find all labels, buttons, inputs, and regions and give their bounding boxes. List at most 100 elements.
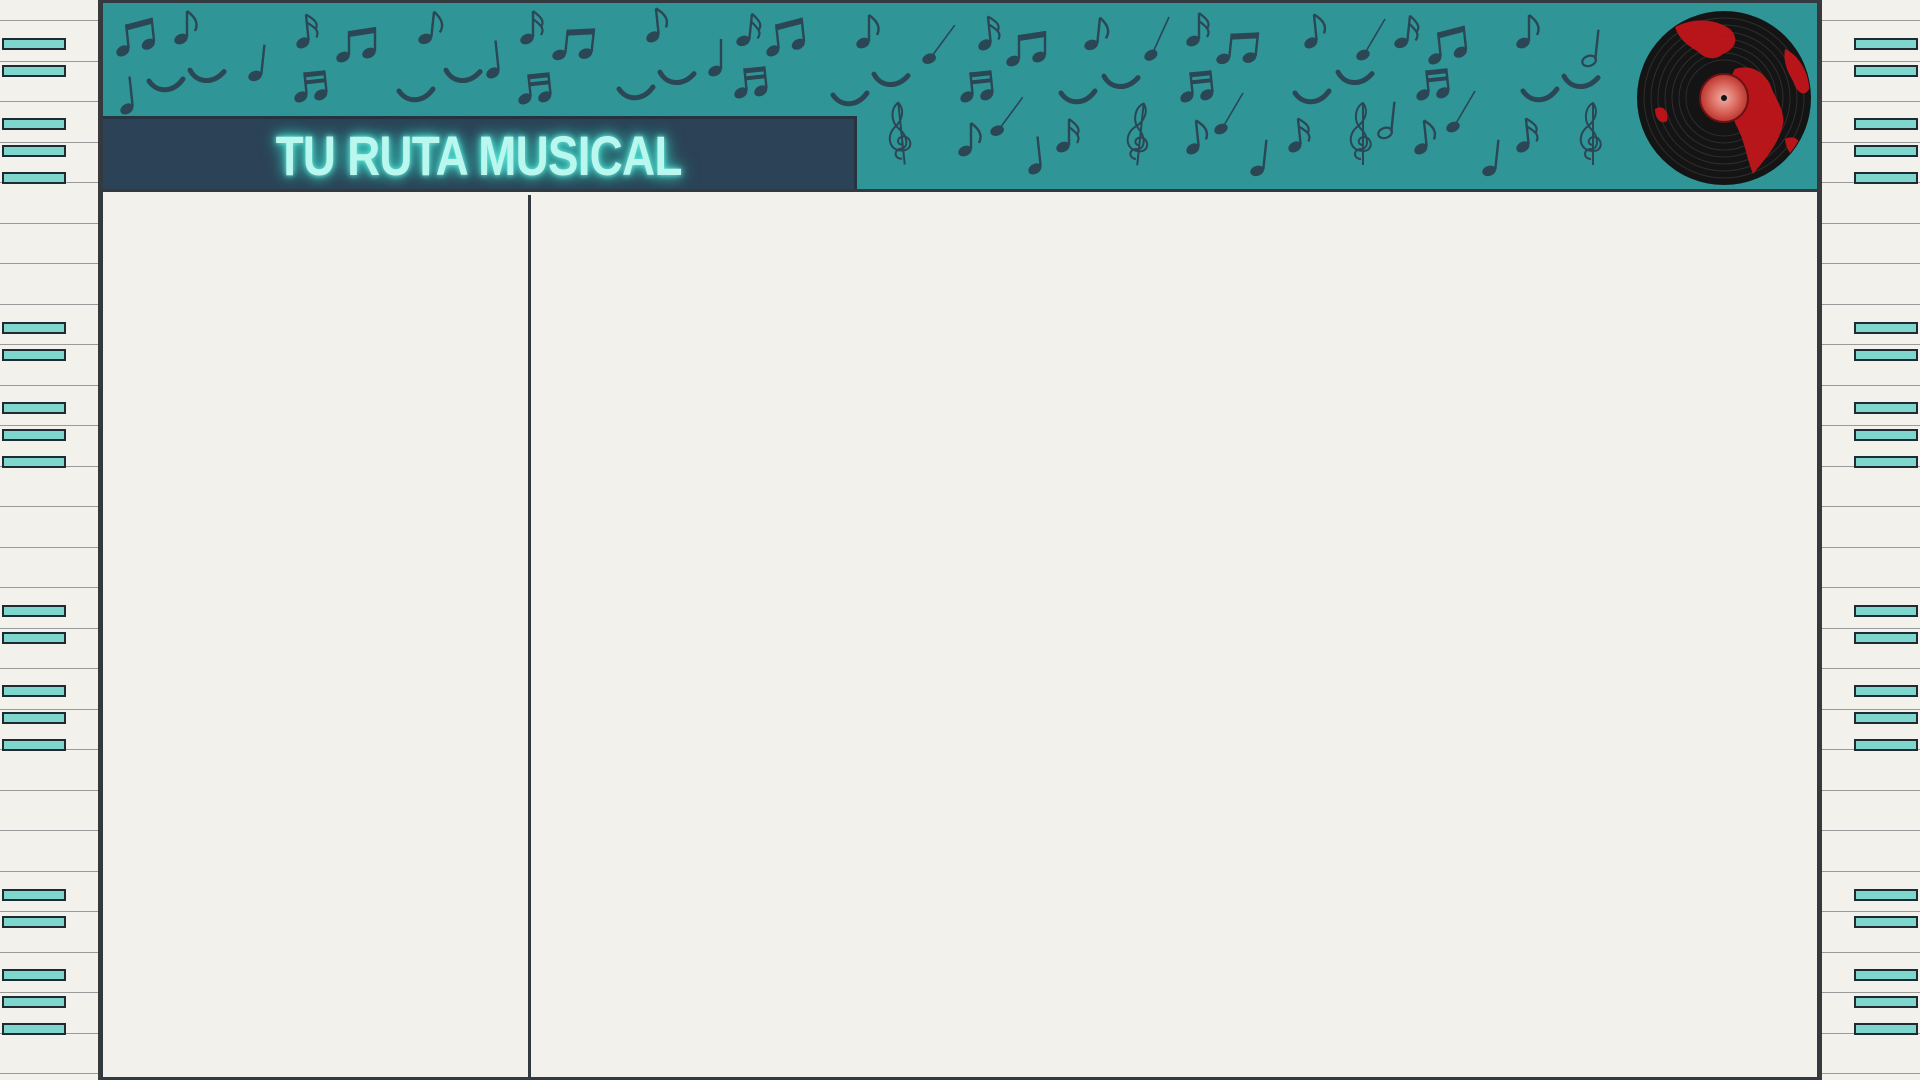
piano-black-key: [1854, 685, 1918, 697]
piano-black-key: [1854, 969, 1918, 981]
piano-white-key-divider: [1822, 587, 1920, 588]
piano-keys-right: [1820, 0, 1920, 1080]
music-note-icon: [520, 10, 544, 45]
piano-white-key-divider: [1822, 385, 1920, 386]
music-note-icon: [1216, 32, 1260, 65]
piano-black-key: [1854, 632, 1918, 644]
music-note-icon: [1416, 68, 1450, 101]
piano-white-key-divider: [1822, 1073, 1920, 1074]
piano-white-key-divider: [0, 709, 98, 710]
piano-white-key-divider: [0, 142, 98, 143]
piano-white-key-divider: [0, 668, 98, 669]
piano-white-key-divider: [1822, 223, 1920, 224]
music-note-icon: [1186, 119, 1209, 155]
sidebar-panel: [103, 195, 531, 1077]
piano-white-key-divider: [1822, 709, 1920, 710]
music-note-icon: [871, 71, 911, 88]
piano-black-key: [1854, 889, 1918, 901]
music-note-icon: [418, 10, 444, 45]
music-note-icon: [116, 17, 156, 57]
title-box: TU RUTA MUSICAL: [103, 116, 857, 189]
piano-black-key: [1854, 349, 1918, 361]
content-panel: [534, 195, 1817, 1077]
music-note-icon: [990, 96, 1024, 136]
piano-white-key-divider: [1822, 790, 1920, 791]
music-note-icon: [336, 27, 377, 63]
music-note-icon: [1288, 117, 1311, 153]
piano-white-key-divider: [1822, 61, 1920, 62]
music-note-icon: [830, 90, 870, 107]
piano-white-key-divider: [1822, 668, 1920, 669]
music-note-icon: [888, 101, 912, 165]
music-note-icon: [646, 7, 669, 43]
music-note-icon: [1186, 12, 1210, 47]
music-note-icon: [486, 40, 500, 79]
music-note-icon: [396, 86, 436, 103]
music-note-icon: [734, 66, 768, 99]
piano-black-key: [2, 322, 66, 334]
piano-white-key-divider: [1822, 20, 1920, 21]
music-note-icon: [443, 67, 483, 84]
music-note-icon: [1056, 118, 1080, 153]
music-note-icon: [1516, 14, 1540, 49]
piano-black-key: [1854, 38, 1918, 50]
music-note-icon: [1579, 101, 1602, 165]
music-note-icon: [248, 44, 266, 82]
piano-white-key-divider: [0, 830, 98, 831]
music-note-icon: [1292, 88, 1332, 105]
music-note-icon: [1101, 73, 1141, 90]
piano-white-key-divider: [1822, 506, 1920, 507]
music-note-icon: [1581, 29, 1600, 68]
piano-white-key-divider: [0, 952, 98, 953]
piano-black-key: [2, 712, 66, 724]
music-note-icon: [1377, 101, 1396, 140]
piano-black-key: [2, 916, 66, 928]
piano-white-key-divider: [0, 587, 98, 588]
music-note-icon: [187, 67, 227, 84]
music-note-icon: [1414, 119, 1437, 155]
piano-black-key: [1854, 916, 1918, 928]
music-note-icon: [146, 76, 186, 93]
piano-black-key: [1854, 322, 1918, 334]
piano-white-key-divider: [0, 506, 98, 507]
piano-black-key: [1854, 402, 1918, 414]
piano-black-key: [2, 632, 66, 644]
music-note-icon: [1446, 90, 1476, 133]
piano-black-key: [1854, 1023, 1918, 1035]
header-banner: TU RUTA MUSICAL: [103, 3, 1817, 192]
piano-white-key-divider: [1822, 425, 1920, 426]
piano-white-key-divider: [1822, 142, 1920, 143]
music-note-icon: [1084, 16, 1110, 51]
piano-black-key: [2, 996, 66, 1008]
piano-black-key: [1854, 739, 1918, 751]
piano-white-key-divider: [1822, 992, 1920, 993]
music-note-icon: [1126, 102, 1149, 166]
piano-black-key: [1854, 118, 1918, 130]
music-note-icon: [294, 70, 328, 103]
piano-white-key-divider: [1822, 304, 1920, 305]
piano-white-key-divider: [0, 385, 98, 386]
piano-black-key: [2, 65, 66, 77]
music-note-icon: [1349, 101, 1372, 165]
music-note-icon: [960, 70, 994, 103]
vinyl-record-globe-icon[interactable]: [1635, 9, 1813, 187]
piano-white-key-divider: [0, 425, 98, 426]
piano-black-key: [2, 172, 66, 184]
piano-white-key-divider: [0, 223, 98, 224]
piano-black-key: [2, 429, 66, 441]
music-note-icon: [958, 122, 982, 157]
music-note-icon: [1250, 139, 1268, 177]
piano-black-key: [1854, 172, 1918, 184]
piano-white-key-divider: [1822, 952, 1920, 953]
music-note-icon: [1304, 13, 1327, 49]
music-note-icon: [657, 69, 697, 86]
piano-black-key: [1854, 65, 1918, 77]
piano-black-key: [2, 969, 66, 981]
piano-white-key-divider: [0, 1073, 98, 1074]
music-note-icon: [1180, 70, 1214, 103]
piano-black-key: [1854, 712, 1918, 724]
piano-black-key: [1854, 456, 1918, 468]
piano-white-key-divider: [0, 263, 98, 264]
piano-black-key: [2, 402, 66, 414]
music-note-icon: [1516, 117, 1539, 153]
